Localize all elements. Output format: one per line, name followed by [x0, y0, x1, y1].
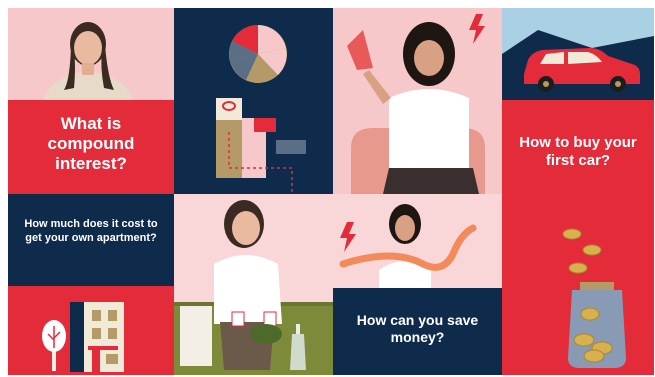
apartment-cost-tile[interactable]: How much does it cost to get your own ap… [8, 194, 174, 286]
save-money-question: How can you save money? [356, 312, 479, 345]
coin-jar-icon [562, 228, 626, 368]
compound-interest-tile[interactable]: What is compound interest? [8, 100, 174, 194]
financial-literacy-collage: What is compound interest? How much does… [8, 8, 654, 375]
woman-gardening-tile [174, 194, 333, 375]
bar-chart-icon [216, 98, 306, 194]
woman-with-snake-toy-tile [333, 194, 502, 288]
pie-chart-icon [229, 24, 287, 83]
save-money-tile[interactable]: How can you save money? [333, 288, 502, 375]
charts-illustration-tile [174, 8, 333, 194]
lightning-icon-2 [340, 222, 356, 252]
car-illustration-tile [502, 8, 654, 100]
house-icon [70, 302, 124, 372]
woman-with-chair-tile [333, 8, 502, 194]
house-illustration-tile [8, 286, 174, 375]
tree-icon [42, 320, 66, 371]
woman-portrait-top-left [8, 8, 174, 100]
compound-interest-question: What is compound interest? [47, 114, 135, 174]
lightning-icon [469, 14, 485, 44]
buy-car-tile[interactable]: How to buy your first car? [502, 100, 654, 375]
apartment-cost-question: How much does it cost to get your own ap… [24, 218, 158, 244]
